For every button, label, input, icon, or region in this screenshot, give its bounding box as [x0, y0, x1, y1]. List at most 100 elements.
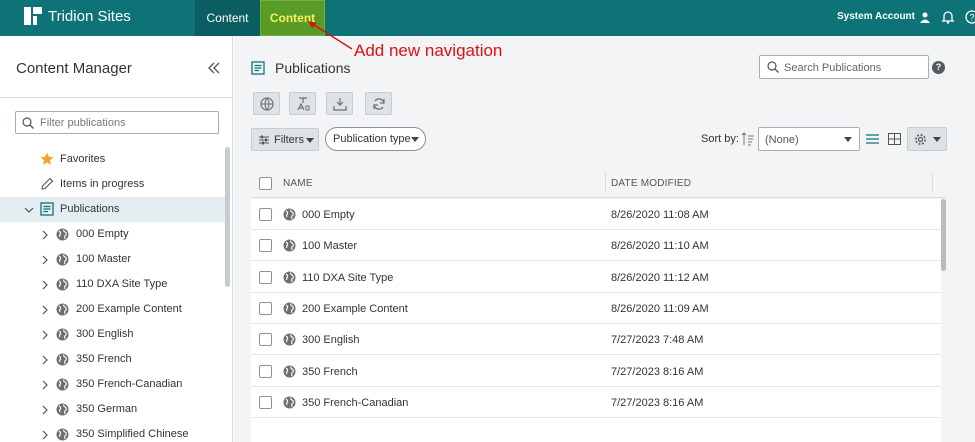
globe-icon [56, 278, 69, 291]
user-icon[interactable] [920, 12, 930, 23]
chevron-right-icon[interactable] [40, 330, 50, 340]
chevron-right-icon[interactable] [40, 430, 50, 440]
row-name[interactable]: 350 French [302, 366, 358, 378]
column-divider[interactable] [932, 172, 933, 192]
help-icon[interactable]: ? [932, 61, 945, 74]
globe-icon [56, 328, 69, 341]
row-name[interactable]: 000 Empty [302, 209, 355, 221]
chevron-right-icon[interactable] [40, 280, 50, 290]
globe-icon-wrap [283, 365, 296, 381]
row-checkbox[interactable] [259, 333, 272, 347]
column-settings-button[interactable] [907, 127, 947, 151]
tree-item-label: Items in progress [60, 178, 145, 190]
table-row[interactable]: 350 French 7/27/2023 8:16 AM [251, 356, 941, 387]
publications-icon [40, 202, 54, 216]
globe-icon-wrap [56, 378, 70, 392]
tree-item-publication[interactable]: 300 English [0, 322, 225, 347]
chevron-right-icon[interactable] [40, 255, 50, 265]
search-publications-field[interactable] [759, 55, 929, 79]
publication-type-label: Publication type [333, 133, 411, 145]
table-row[interactable]: 200 Example Content 8/26/2020 11:09 AM [251, 293, 941, 324]
chevron-right-icon[interactable] [40, 305, 50, 315]
globe-icon [283, 239, 296, 252]
table-scrollbar[interactable] [941, 199, 946, 271]
column-divider[interactable] [605, 172, 606, 192]
column-header-date-modified[interactable]: DATE MODIFIED [611, 178, 691, 189]
tree-item-items-in-progress[interactable]: Items in progress [0, 172, 225, 197]
help-circle-icon[interactable]: ? [965, 10, 975, 24]
publish-button[interactable] [326, 92, 353, 115]
tree-item-publication[interactable]: 350 French [0, 347, 225, 372]
globe-icon-wrap [56, 353, 70, 367]
tree-item-publication[interactable]: 000 Empty [0, 222, 225, 247]
row-checkbox[interactable] [259, 239, 272, 253]
tree-item-publication[interactable]: 110 DXA Site Type [0, 272, 225, 297]
filter-publications-field[interactable] [15, 111, 219, 134]
sort-by-select[interactable]: (None) [758, 127, 860, 151]
nav-tab-content[interactable]: Content [195, 0, 260, 36]
select-all-checkbox[interactable] [259, 177, 272, 190]
app-logo[interactable]: Tridion Sites [24, 7, 131, 25]
row-checkbox[interactable] [259, 301, 272, 315]
chevron-down-icon[interactable] [24, 205, 34, 215]
sidebar-scrollbar[interactable] [225, 147, 230, 287]
filters-label: Filters [274, 134, 304, 146]
chevron-right-icon[interactable] [40, 355, 50, 365]
chevron-right-icon[interactable] [40, 380, 50, 390]
tree-item-favorites[interactable]: Favorites [0, 147, 225, 172]
globe-icon-wrap [56, 428, 70, 442]
row-name[interactable]: 300 English [302, 334, 360, 346]
filter-publications-input[interactable] [40, 114, 215, 131]
row-checkbox[interactable] [259, 270, 272, 284]
row-checkbox[interactable] [259, 208, 272, 221]
publication-type-filter[interactable]: Publication type [325, 127, 426, 151]
column-header-name[interactable]: NAME [283, 178, 313, 189]
globe-icon [283, 208, 296, 221]
tridion-logo-icon [24, 7, 42, 25]
globe-icon-wrap [283, 302, 296, 318]
chevron-right-icon[interactable] [40, 230, 50, 240]
globe-icon [283, 271, 296, 284]
globe-icon-wrap [56, 328, 70, 342]
row-name[interactable]: 100 Master [302, 240, 357, 252]
row-date-modified: 8/26/2020 11:12 AM [611, 271, 709, 284]
tree-item-publication[interactable]: 350 German [0, 397, 225, 422]
collapse-sidebar-icon[interactable] [207, 61, 221, 75]
tree-item-label: 350 French [76, 353, 132, 365]
tree-item-publication[interactable]: 100 Master [0, 247, 225, 272]
sort-direction-icon[interactable] [741, 132, 755, 146]
filters-button[interactable]: Filters [251, 128, 319, 151]
table-row[interactable]: 350 French-Canadian 7/27/2023 8:16 AM [251, 387, 941, 418]
bell-icon[interactable] [941, 10, 955, 24]
localize-button[interactable] [289, 92, 316, 115]
search-publications-input[interactable] [784, 59, 924, 76]
tree-item-publication[interactable]: 350 Simplified Chinese [0, 422, 225, 442]
chevron-down-icon [306, 138, 314, 143]
tree-item-publication[interactable]: 200 Example Content [0, 297, 225, 322]
account-name[interactable]: System Account [837, 11, 915, 22]
annotation-text: Add new navigation [354, 41, 503, 60]
tree-item-publications[interactable]: Publications [0, 197, 225, 222]
chevron-right-icon[interactable] [40, 405, 50, 415]
tree-item-publication[interactable]: 350 French-Canadian [0, 372, 225, 397]
row-checkbox[interactable] [259, 364, 272, 378]
row-checkbox[interactable] [259, 395, 272, 409]
tree-item-label: Favorites [60, 153, 106, 165]
table-row[interactable]: 000 Empty 8/26/2020 11:08 AM [251, 199, 941, 230]
row-date-modified: 8/26/2020 11:09 AM [611, 302, 709, 315]
table-row[interactable]: 300 English 7/27/2023 7:48 AM [251, 324, 941, 356]
row-name[interactable]: 110 DXA Site Type [302, 272, 393, 284]
new-publication-button[interactable] [253, 92, 280, 115]
grid-view-icon[interactable] [888, 133, 901, 145]
table-row[interactable]: 100 Master 8/26/2020 11:10 AM [251, 230, 941, 262]
table-row[interactable]: 110 DXA Site Type 8/26/2020 11:12 AM [251, 262, 941, 293]
row-date-modified: 8/26/2020 11:10 AM [611, 240, 709, 253]
row-name[interactable]: 200 Example Content [302, 303, 408, 315]
row-name[interactable]: 350 French-Canadian [302, 397, 408, 409]
row-date-modified: 8/26/2020 11:08 AM [611, 209, 709, 221]
globe-icon [56, 403, 69, 416]
tree-item-label: 110 DXA Site Type [76, 278, 168, 290]
refresh-button[interactable] [365, 92, 392, 115]
list-view-icon[interactable] [866, 133, 879, 145]
globe-icon-wrap [283, 239, 296, 255]
